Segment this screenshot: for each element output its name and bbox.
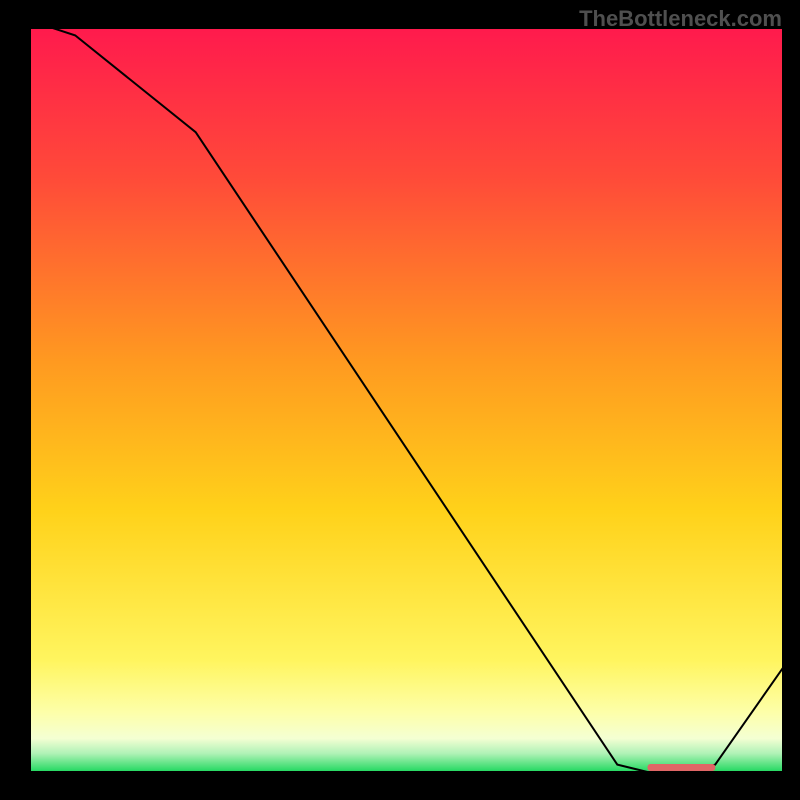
chart-svg — [30, 28, 783, 772]
optimal-marker — [648, 764, 716, 771]
chart-background — [30, 28, 783, 772]
chart-plot-area — [30, 28, 783, 772]
watermark-text: TheBottleneck.com — [579, 6, 782, 32]
